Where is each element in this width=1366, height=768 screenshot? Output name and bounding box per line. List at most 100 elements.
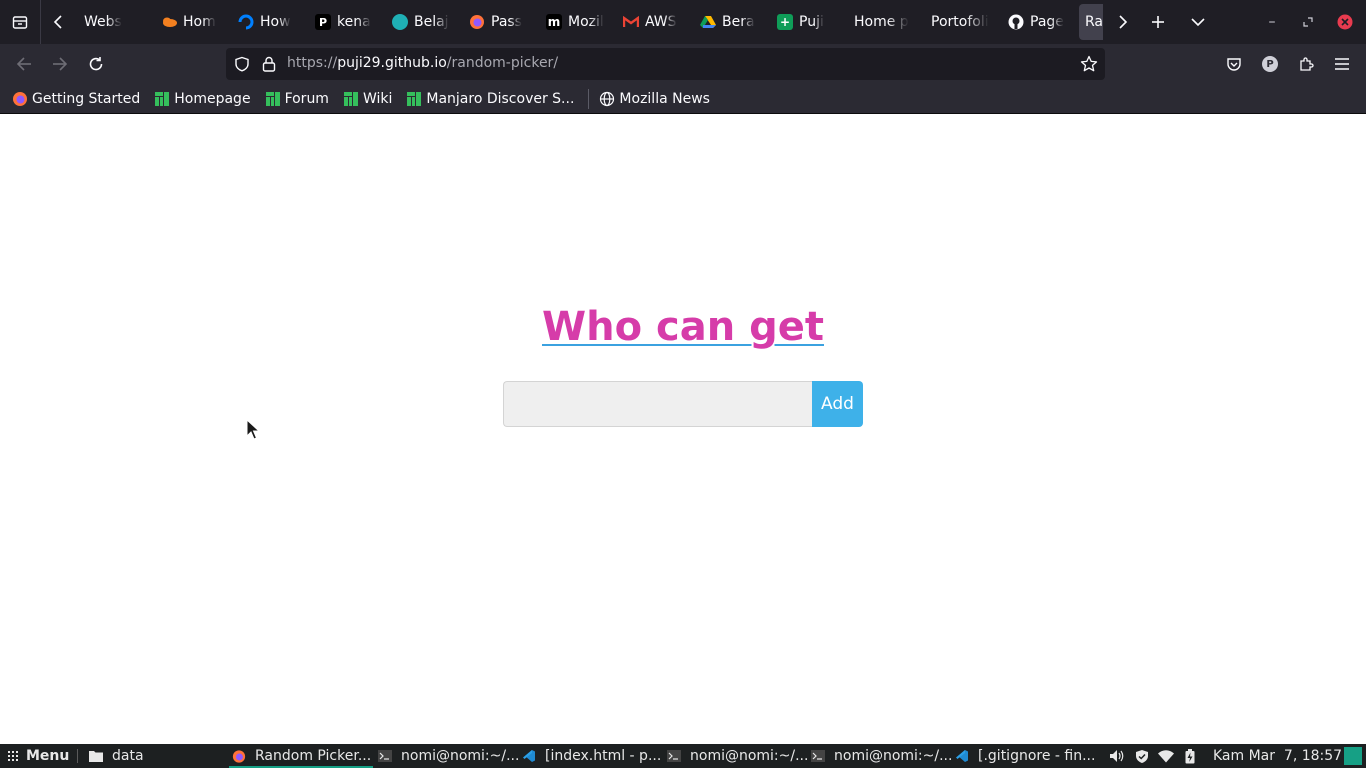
github-icon — [1008, 14, 1024, 30]
tab-title: Page — [1030, 14, 1064, 30]
tab-title: Hom — [183, 14, 216, 30]
reload-icon — [89, 57, 103, 71]
tab-title: Bera — [722, 14, 755, 30]
start-menu-button[interactable]: Menu — [6, 744, 69, 768]
tab-pass[interactable]: Pass — [463, 4, 538, 40]
bookmark-forum[interactable]: Forum — [263, 87, 331, 111]
tab-bera[interactable]: Bera — [694, 4, 769, 40]
tab-cloudflare[interactable]: Hom — [155, 4, 230, 40]
menu-label: Menu — [26, 748, 70, 764]
volume-icon — [1110, 750, 1124, 762]
add-button[interactable]: Add — [812, 381, 863, 427]
back-button[interactable] — [8, 48, 40, 80]
tab-portofolio[interactable]: Portofoli — [925, 4, 1000, 40]
scroll-tabs-left-button[interactable] — [41, 0, 77, 44]
taskbar-item-terminal-3[interactable]: nomi@nomi:~/... — [811, 744, 952, 768]
cloudflare-icon — [161, 14, 177, 30]
firefox-view-button[interactable] — [0, 0, 40, 44]
tab-mozil[interactable]: m Mozil — [540, 4, 615, 40]
tab-title: Webs — [84, 14, 122, 30]
taskbar-item-label: [.gitignore - fin... — [978, 748, 1096, 764]
tab-puji[interactable]: + Puji — [771, 4, 846, 40]
show-desktop-button[interactable] — [1344, 744, 1362, 768]
extensions-button[interactable] — [1290, 48, 1322, 80]
tab-belaj[interactable]: Belaj — [386, 4, 461, 40]
app-menu-button[interactable] — [1326, 48, 1358, 80]
globe-icon — [599, 91, 615, 107]
bookmark-wiki[interactable]: Wiki — [341, 87, 394, 111]
bookmark-label: Manjaro Discover S... — [426, 90, 575, 107]
new-tab-button[interactable] — [1140, 0, 1176, 44]
terminal-icon — [811, 749, 825, 763]
taskbar-item-vscode-index[interactable]: [index.html - p... — [522, 744, 661, 768]
page-content: Who can get Add — [0, 114, 1366, 744]
url-text[interactable]: https://puji29.github.io/random-picker/ — [287, 55, 558, 71]
navigation-toolbar: https://puji29.github.io/random-picker/ … — [0, 44, 1366, 84]
taskbar-item-terminal-1[interactable]: nomi@nomi:~/... — [378, 744, 519, 768]
scroll-tabs-right-button[interactable] — [1104, 0, 1140, 44]
tab-title: Belaj — [414, 14, 449, 30]
taskbar-item-random-picker[interactable]: Random Picker... — [229, 744, 373, 768]
taskbar-item-terminal-2[interactable]: nomi@nomi:~/... — [667, 744, 808, 768]
bookmark-star-icon[interactable] — [1080, 55, 1098, 73]
battery-button[interactable] — [1180, 744, 1200, 768]
firefox-icon — [12, 91, 28, 107]
tab-title: How — [260, 14, 291, 30]
tab-digitalocean[interactable]: How — [232, 4, 307, 40]
taskbar-item-label: nomi@nomi:~/... — [401, 748, 520, 764]
bookmark-label: Getting Started — [32, 90, 141, 107]
bookmark-label: Wiki — [362, 90, 393, 107]
forward-button[interactable] — [44, 48, 76, 80]
reload-button[interactable] — [80, 48, 112, 80]
bookmark-getting-started[interactable]: Getting Started — [10, 87, 142, 111]
vscode-icon — [955, 749, 969, 763]
shield-check-icon — [1136, 749, 1148, 763]
bookmark-homepage[interactable]: Homepage — [152, 87, 252, 111]
security-status-button[interactable] — [1132, 744, 1152, 768]
gmail-icon — [623, 14, 639, 30]
minimize-button[interactable]: – — [1254, 0, 1290, 44]
bookmark-label: Homepage — [174, 90, 251, 107]
clock[interactable]: Kam Mar 7, 18:57 — [1213, 744, 1342, 768]
bookmark-manjaro-discover[interactable]: Manjaro Discover S... — [404, 87, 576, 111]
tab-aws[interactable]: AWS — [617, 4, 692, 40]
pocket-button[interactable] — [1218, 48, 1250, 80]
name-input[interactable] — [503, 381, 812, 427]
sheets-icon: + — [777, 14, 793, 30]
firefox-view-icon — [12, 16, 28, 29]
chevron-left-icon — [53, 15, 62, 29]
arrow-left-icon — [16, 57, 31, 71]
tab-kena[interactable]: P kena — [309, 4, 384, 40]
volume-button[interactable] — [1107, 744, 1127, 768]
plus-icon — [1152, 16, 1164, 28]
firefox-icon — [232, 749, 246, 763]
taskbar-item-data[interactable]: data — [89, 744, 144, 768]
tab-strip: Webs Hom How P kena Belaj Pass m Mozil A… — [0, 0, 1366, 44]
tab-title: AWS — [645, 14, 677, 30]
p-icon: P — [315, 14, 331, 30]
tab-home[interactable]: Home p — [848, 4, 923, 40]
tab-title: Mozil — [568, 14, 604, 30]
shield-icon[interactable] — [234, 56, 250, 72]
tab-github-pages[interactable]: Page — [1002, 4, 1077, 40]
tab-random-picker[interactable]: Rando ✕ — [1079, 4, 1103, 40]
drive-icon — [700, 14, 716, 30]
tab-webs[interactable]: Webs — [78, 4, 153, 40]
chevron-down-icon — [1191, 18, 1205, 27]
desktop-taskbar: Menu data Random Picker... nomi@nomi:~/.… — [0, 744, 1366, 768]
close-window-button[interactable] — [1327, 0, 1363, 44]
taskbar-item-label: [index.html - p... — [545, 748, 662, 764]
list-all-tabs-button[interactable] — [1180, 0, 1216, 44]
bookmark-label: Forum — [284, 90, 329, 107]
restore-button[interactable] — [1290, 0, 1326, 44]
taskbar-item-vscode-gitignore[interactable]: [.gitignore - fin... — [955, 744, 1095, 768]
wifi-button[interactable] — [1156, 744, 1176, 768]
bookmark-mozilla-news[interactable]: Mozilla News — [597, 87, 712, 111]
url-scheme: https:// — [287, 55, 338, 71]
puzzle-icon — [1300, 57, 1314, 71]
teal-icon — [392, 14, 408, 30]
account-button[interactable]: P — [1254, 48, 1286, 80]
lock-icon[interactable] — [262, 56, 276, 72]
restore-icon — [1303, 17, 1313, 27]
url-bar[interactable]: https://puji29.github.io/random-picker/ — [226, 48, 1105, 80]
